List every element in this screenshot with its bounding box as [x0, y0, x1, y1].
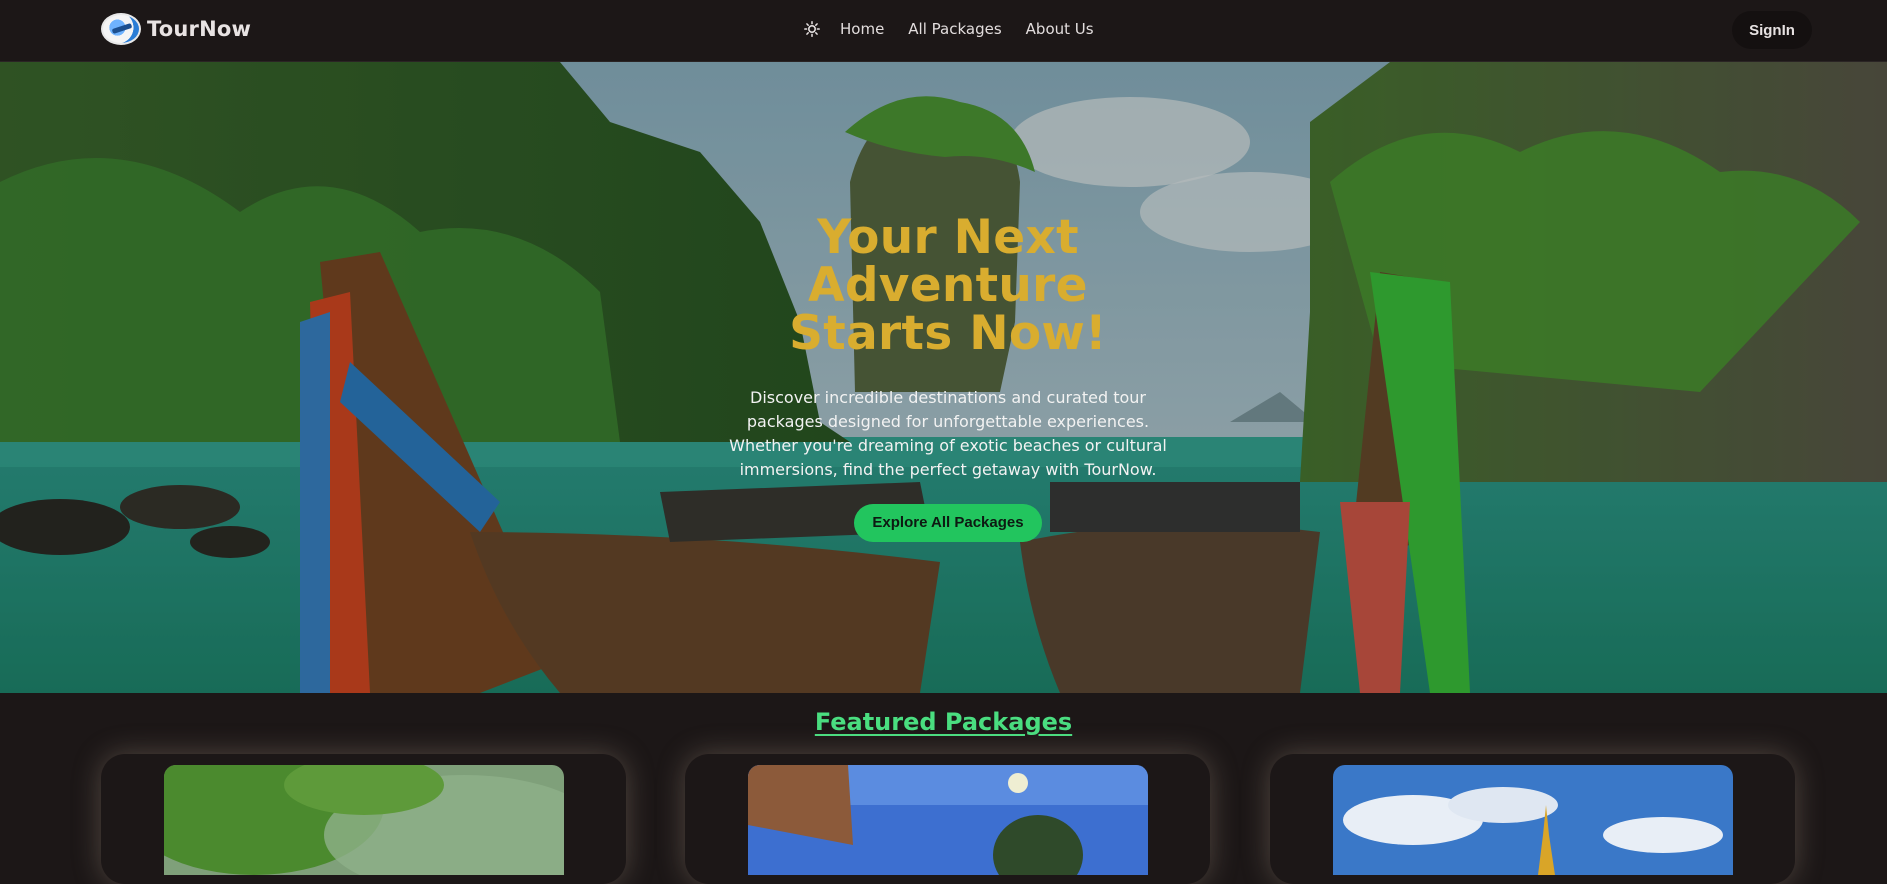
main-nav: Home All Packages About Us	[803, 20, 1118, 38]
hero-section: Your Next Adventure Starts Now! Discover…	[0, 62, 1887, 693]
package-card-image	[1333, 765, 1733, 875]
explore-all-packages-button[interactable]: Explore All Packages	[854, 504, 1042, 542]
package-card[interactable]	[1270, 754, 1795, 884]
signin-button[interactable]: SignIn	[1732, 11, 1812, 49]
nav-link-about-us[interactable]: About Us	[1026, 20, 1094, 38]
brand[interactable]: TourNow	[101, 13, 251, 45]
package-card-image	[748, 765, 1148, 875]
package-card[interactable]	[101, 754, 626, 884]
hero-content: Your Next Adventure Starts Now! Discover…	[720, 214, 1176, 542]
featured-packages-title: Featured Packages	[814, 708, 1073, 736]
hero-description: Discover incredible destinations and cur…	[729, 388, 1167, 479]
package-card[interactable]	[685, 754, 1210, 884]
sun-icon[interactable]	[803, 20, 821, 38]
nav-link-all-packages[interactable]: All Packages	[908, 20, 1001, 38]
package-card-image	[164, 765, 564, 875]
nav-link-home[interactable]: Home	[840, 20, 884, 38]
globe-logo-icon	[101, 13, 141, 45]
navbar: TourNow Home All Packages About Us SignI…	[0, 0, 1887, 62]
brand-name: TourNow	[147, 17, 252, 41]
hero-title: Your Next Adventure Starts Now!	[789, 210, 1107, 361]
